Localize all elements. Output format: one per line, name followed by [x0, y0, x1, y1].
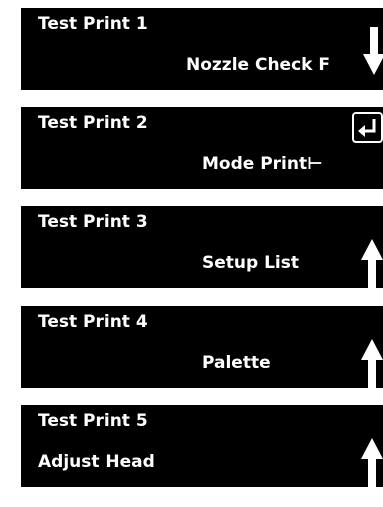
menu-title: Test Print 3 — [38, 212, 148, 232]
lcd-screen-test-print-3: Test Print 3 Setup List — [21, 206, 383, 288]
menu-value: Mode Print⊢ — [202, 154, 323, 174]
menu-value: Nozzle Check F — [186, 55, 330, 75]
arrow-up-icon[interactable] — [361, 239, 383, 288]
arrow-up-icon[interactable] — [361, 339, 383, 388]
menu-value: Adjust Head — [38, 452, 155, 472]
menu-title: Test Print 5 — [38, 411, 148, 431]
lcd-screen-test-print-1: Test Print 1 Nozzle Check F — [21, 8, 383, 90]
arrow-down-icon[interactable] — [363, 27, 383, 75]
enter-icon[interactable] — [352, 112, 383, 143]
lcd-screen-test-print-4: Test Print 4 Palette — [21, 306, 383, 388]
menu-title: Test Print 1 — [38, 14, 148, 34]
lcd-screen-test-print-5: Test Print 5 Adjust Head — [21, 405, 383, 487]
menu-title: Test Print 4 — [38, 312, 148, 332]
menu-value: Setup List — [202, 253, 299, 273]
lcd-screen-test-print-2: Test Print 2 Mode Print⊢ — [21, 107, 383, 189]
arrow-up-icon[interactable] — [361, 438, 383, 487]
menu-value: Palette — [202, 353, 271, 373]
menu-title: Test Print 2 — [38, 113, 148, 133]
